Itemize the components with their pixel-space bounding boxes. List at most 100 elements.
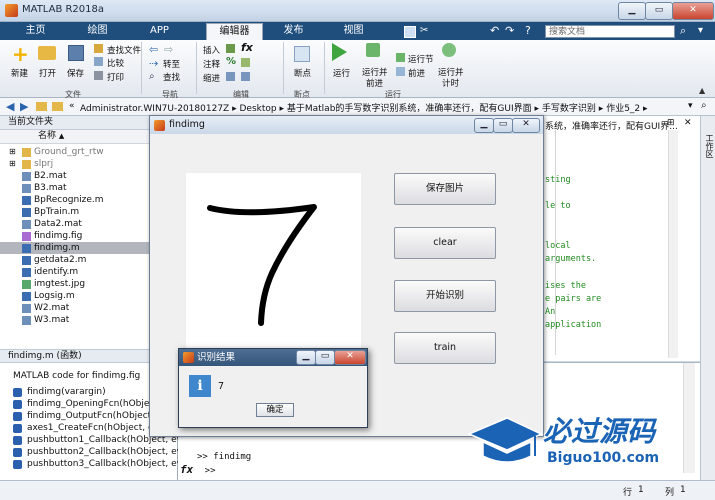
editor-close-icon[interactable]: ✕ [684, 118, 692, 128]
editor-scrollbar[interactable] [668, 130, 678, 358]
print-icon [94, 71, 103, 80]
figure-maximize-button[interactable]: ▭ [493, 118, 513, 133]
percent-icon[interactable]: % [226, 56, 236, 67]
fx-icon[interactable]: fx [241, 41, 253, 54]
tab-publish[interactable]: 发布 [266, 23, 321, 40]
breadcrumb-segment[interactable]: 基于Matlab的手写数字识别系统，准确率还行，配有GUI界面 [287, 104, 532, 114]
insert-button[interactable]: 插入 [203, 44, 220, 56]
save-file-icon[interactable] [68, 45, 84, 61]
maximize-button[interactable]: ▭ [645, 2, 673, 20]
run-icon[interactable] [332, 43, 347, 61]
function-list-item[interactable]: pushbutton2_Callback(hObject, eventdata,… [0, 446, 178, 458]
notification-icon[interactable]: ▾ [698, 25, 703, 36]
breakpoints-button[interactable]: 断点 [294, 67, 311, 79]
run-section-button[interactable]: 运行节 [408, 53, 434, 65]
function-list-item[interactable]: pushbutton3_Callback(hObject, eventdata,… [0, 458, 178, 470]
breadcrumb-segment[interactable]: 作业5_2 [606, 104, 640, 114]
indent-icon[interactable] [226, 72, 235, 81]
tab-view[interactable]: 视图 [326, 23, 381, 40]
run-button[interactable]: 运行 [333, 67, 350, 79]
clear-button[interactable]: clear [394, 227, 496, 259]
editor-options-icon[interactable]: ⊞ [667, 118, 675, 128]
folder-up-icon[interactable] [36, 102, 47, 111]
dialog-maximize-button[interactable]: ▭ [315, 350, 335, 365]
editor-tab[interactable]: 系统，准确率还行，配有GUI界... [545, 119, 678, 132]
find-files-button[interactable]: 查找文件 [107, 44, 141, 56]
expand-icon[interactable]: ⊞ [9, 146, 16, 158]
close-button[interactable]: ✕ [672, 2, 714, 20]
tab-editor[interactable]: 编辑器 [206, 23, 263, 41]
figure-close-button[interactable]: ✕ [512, 118, 540, 133]
breadcrumb-segment[interactable]: Administrator.WIN7U-20180127Z [80, 104, 229, 114]
run-time-button-line2[interactable]: 计时 [442, 77, 459, 89]
new-icon[interactable]: + [12, 44, 29, 64]
save-button[interactable]: 保存 [67, 67, 84, 79]
ribbon-separator [196, 42, 197, 94]
back-icon[interactable]: ◀ [6, 100, 14, 113]
comment-button[interactable]: 注释 [203, 58, 220, 70]
watermark-cn: 必过源码 [543, 415, 656, 448]
file-name: Data2.mat [34, 219, 82, 229]
m-file-icon [22, 208, 31, 217]
figure-minimize-button[interactable]: ▁ [474, 118, 494, 133]
find-button[interactable]: 查找 [163, 71, 180, 83]
search-icon[interactable]: ⌕ [680, 24, 686, 38]
command-history-line: >> findimg [197, 452, 251, 462]
run-advance-icon[interactable] [366, 43, 380, 57]
collapse-ribbon-icon[interactable]: ▲ [699, 86, 705, 95]
function-icon [13, 400, 22, 409]
advance-button[interactable]: 前进 [408, 67, 425, 79]
function-icon [13, 412, 22, 421]
tab-plots[interactable]: 绘图 [70, 23, 125, 40]
mat-file-icon [22, 304, 31, 313]
print-button[interactable]: 打印 [107, 71, 124, 83]
browse-folder-icon[interactable] [52, 102, 63, 111]
indent-button[interactable]: 缩进 [203, 72, 220, 84]
goto-button[interactable]: 转至 [163, 58, 180, 70]
breakpoint-icon[interactable] [294, 46, 310, 62]
new-button[interactable]: 新建 [11, 67, 28, 79]
run-time-icon[interactable] [442, 43, 456, 57]
compare-button[interactable]: 比较 [107, 57, 124, 69]
ok-button[interactable]: 确定 [256, 403, 294, 417]
search-docs-input[interactable]: 搜索文档 [545, 25, 675, 38]
run-section-icon [396, 53, 405, 62]
train-button[interactable]: train [394, 332, 496, 364]
undo-icon[interactable]: ↶ [490, 24, 499, 37]
folder-file-icon [22, 160, 31, 169]
comment-icon[interactable] [241, 58, 250, 67]
matlab-logo-icon [5, 4, 18, 17]
forward-icon[interactable]: ▶ [20, 100, 28, 113]
breadcrumb[interactable]: Administrator.WIN7U-20180127Z ▸ Desktop … [80, 101, 648, 114]
tab-apps[interactable]: APP [132, 23, 187, 40]
run-advance-button-line2[interactable]: 前进 [366, 77, 383, 89]
dialog-close-button[interactable]: ✕ [334, 350, 366, 365]
cut-icon[interactable]: ✂ [420, 25, 428, 36]
help-icon[interactable]: ? [525, 24, 531, 37]
redo-icon[interactable]: ↷ [505, 24, 514, 37]
open-folder-icon[interactable] [38, 46, 56, 60]
save-image-button[interactable]: 保存图片 [394, 173, 496, 205]
figure-title-bar: findimg ▁ ▭ ✕ [150, 116, 543, 134]
breadcrumb-segment[interactable]: Desktop [239, 104, 276, 114]
dialog-minimize-button[interactable]: ▁ [296, 350, 316, 365]
expand-icon[interactable]: ⊞ [9, 158, 16, 170]
path-search-icon[interactable]: ⌕ [701, 100, 707, 111]
minimize-button[interactable]: ▁ [618, 2, 646, 20]
path-dropdown-icon[interactable]: ▾ [688, 101, 693, 111]
outdent-icon[interactable] [241, 72, 250, 81]
drawing-axes[interactable] [186, 173, 361, 348]
matlab-logo-icon [183, 352, 194, 363]
open-button[interactable]: 打开 [39, 67, 56, 79]
file-name: imgtest.jpg [34, 279, 86, 289]
tab-home[interactable]: 主页 [8, 23, 63, 40]
fx-prompt-icon[interactable]: fx [180, 463, 193, 476]
start-recognition-button[interactable]: 开始识别 [394, 280, 496, 312]
folder-file-icon [22, 148, 31, 157]
back-arrow-icon[interactable]: ⇦ [149, 43, 158, 56]
breadcrumb-segment[interactable]: 手写数字识别 [542, 104, 596, 114]
file-name: findimg.m [34, 243, 80, 253]
forward-arrow-icon[interactable]: ⇨ [164, 43, 173, 56]
dialog-title: 识别结果 [197, 352, 236, 363]
save-icon[interactable] [404, 26, 416, 38]
